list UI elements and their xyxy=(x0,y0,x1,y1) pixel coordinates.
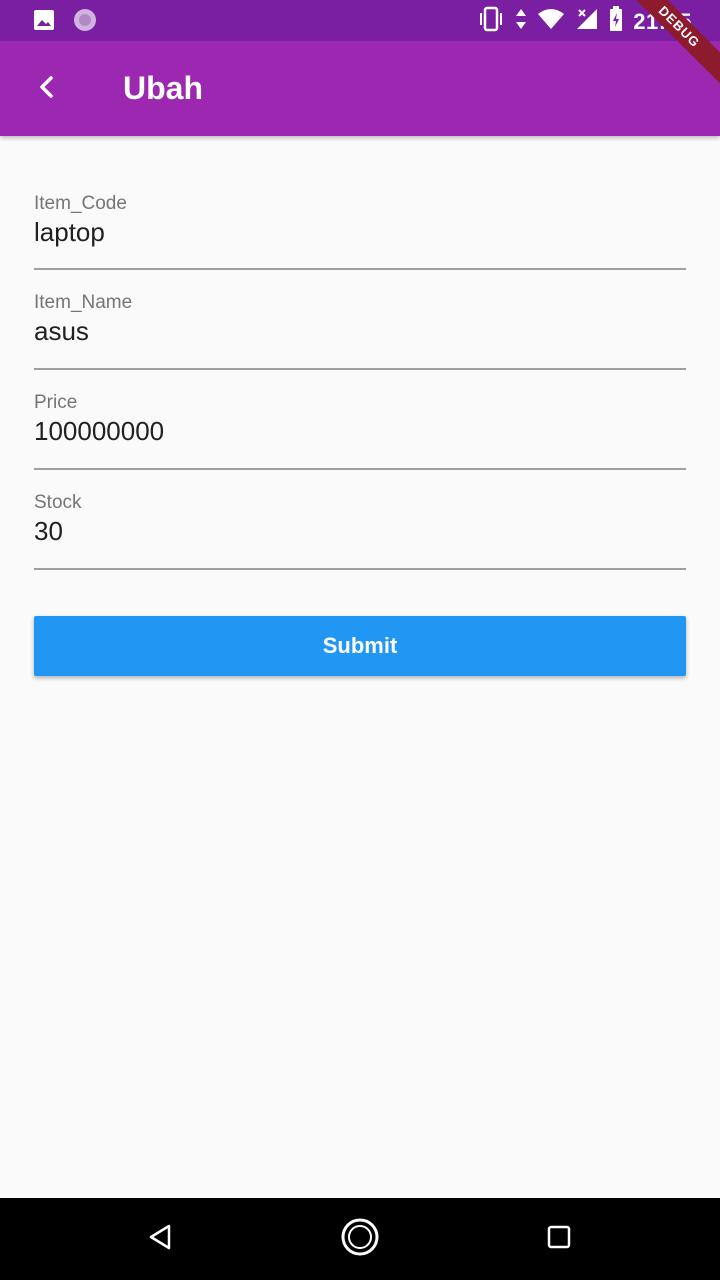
price-label: Price xyxy=(34,392,78,413)
data-arrows-icon xyxy=(515,7,527,36)
stock-input[interactable] xyxy=(34,516,686,547)
nav-recents-button[interactable] xyxy=(534,1214,584,1264)
app-bar: Ubah xyxy=(0,41,720,136)
edit-item-form: Item_Code Item_Name Price Stock xyxy=(34,136,686,570)
chevron-left-icon xyxy=(37,75,57,104)
stock-label: Stock xyxy=(34,492,82,513)
price-input[interactable] xyxy=(34,416,686,447)
stock-field: Stock xyxy=(34,470,686,570)
item-name-input[interactable] xyxy=(34,316,686,347)
system-nav-bar xyxy=(0,1198,720,1280)
item-code-input[interactable] xyxy=(34,217,686,248)
nav-home-button[interactable] xyxy=(335,1214,385,1264)
battery-charging-icon xyxy=(609,6,623,37)
vibrate-icon xyxy=(477,6,505,37)
item-code-field: Item_Code xyxy=(34,193,686,270)
status-bar: 21:05 xyxy=(0,0,720,41)
back-button[interactable] xyxy=(24,66,70,112)
wifi-icon xyxy=(537,8,565,35)
recents-square-icon xyxy=(547,1225,571,1254)
submit-button[interactable]: Submit xyxy=(34,616,686,676)
signal-icon xyxy=(575,7,599,36)
item-code-label: Item_Code xyxy=(34,193,127,214)
item-name-field: Item_Name xyxy=(34,270,686,370)
home-circle-icon xyxy=(340,1217,380,1262)
page-title: Ubah xyxy=(123,70,203,106)
back-triangle-icon xyxy=(147,1223,173,1256)
app-badge-icon xyxy=(73,8,97,37)
price-field: Price xyxy=(34,370,686,470)
image-icon xyxy=(33,9,55,36)
nav-back-button[interactable] xyxy=(135,1214,185,1264)
item-name-label: Item_Name xyxy=(34,292,133,313)
